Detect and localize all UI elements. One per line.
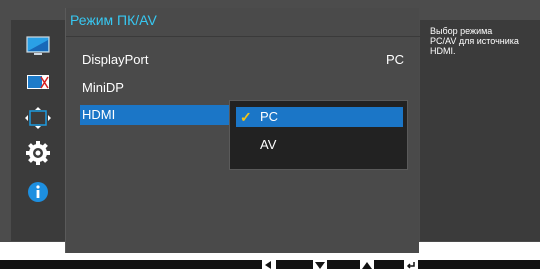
help-panel: Выбор режима PC/AV для источника HDMI. bbox=[420, 20, 540, 241]
category-sidebar bbox=[11, 20, 65, 241]
enter-button-icon[interactable] bbox=[404, 260, 418, 269]
help-text: Выбор режима PC/AV для источника HDMI. bbox=[430, 26, 519, 56]
info-icon[interactable] bbox=[25, 181, 51, 203]
button-guide-bar bbox=[0, 260, 540, 269]
row-label: DisplayPort bbox=[82, 52, 149, 67]
row-displayport[interactable]: DisplayPort PC bbox=[82, 50, 404, 70]
row-hdmi[interactable]: HDMI bbox=[80, 105, 230, 125]
row-label: MiniDP bbox=[82, 80, 124, 95]
up-arrow-button-icon[interactable] bbox=[360, 260, 374, 269]
title-divider bbox=[66, 36, 420, 37]
size-position-icon[interactable] bbox=[25, 107, 51, 129]
row-value: PC bbox=[385, 52, 404, 67]
dropdown-option-pc[interactable]: ✓ PC bbox=[236, 107, 403, 127]
settings-gear-icon[interactable] bbox=[25, 141, 51, 165]
dropdown-option-av[interactable]: AV bbox=[236, 135, 403, 155]
color-icon[interactable] bbox=[25, 71, 51, 93]
row-minidp[interactable]: MiniDP bbox=[82, 78, 404, 98]
checkmark-icon: ✓ bbox=[240, 109, 252, 125]
panel-title: Режим ПК/AV bbox=[70, 12, 157, 28]
picture-icon[interactable] bbox=[25, 35, 51, 57]
osd-window: Режим ПК/AV DisplayPort PC MiniDP HDMI ✓… bbox=[0, 0, 540, 253]
down-arrow-button-icon[interactable] bbox=[313, 260, 327, 269]
mode-dropdown: ✓ PC AV bbox=[229, 100, 408, 170]
row-label: HDMI bbox=[82, 107, 116, 122]
option-label: PC bbox=[260, 109, 279, 124]
option-label: AV bbox=[260, 137, 277, 152]
left-arrow-button-icon[interactable] bbox=[262, 260, 276, 269]
